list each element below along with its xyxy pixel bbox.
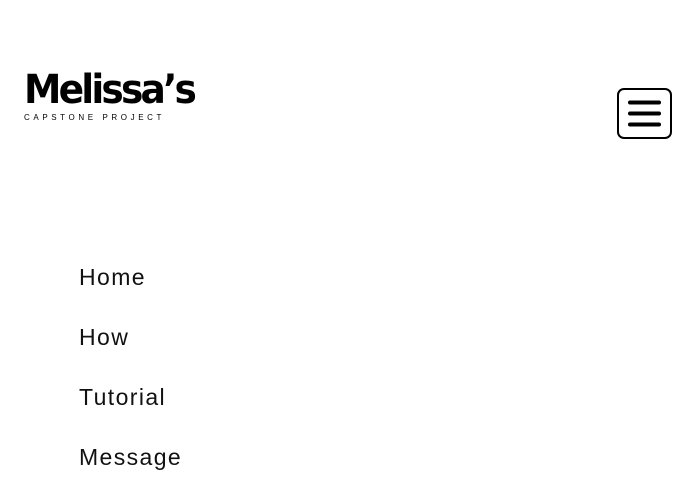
nav-link-home[interactable]: Home xyxy=(79,257,146,297)
nav-link-how[interactable]: How xyxy=(79,317,129,357)
nav-item-tutorial: Tutorial xyxy=(79,377,182,437)
nav-link-message[interactable]: Message xyxy=(79,437,182,477)
site-logo[interactable]: Melissa’s CAPSTONE PROJECT xyxy=(24,70,199,122)
page: Melissa’s CAPSTONE PROJECT Home How Tuto… xyxy=(0,0,695,486)
hamburger-menu-icon xyxy=(628,100,661,127)
nav-list: Home How Tutorial Message xyxy=(79,257,182,486)
logo-title: Melissa’s xyxy=(24,67,197,113)
nav-link-tutorial[interactable]: Tutorial xyxy=(79,377,166,417)
logo-subtitle: CAPSTONE PROJECT xyxy=(24,113,166,122)
nav-item-message: Message xyxy=(79,437,182,486)
nav-item-how: How xyxy=(79,317,182,377)
menu-toggle-button[interactable] xyxy=(617,88,672,139)
nav-item-home: Home xyxy=(79,257,182,317)
